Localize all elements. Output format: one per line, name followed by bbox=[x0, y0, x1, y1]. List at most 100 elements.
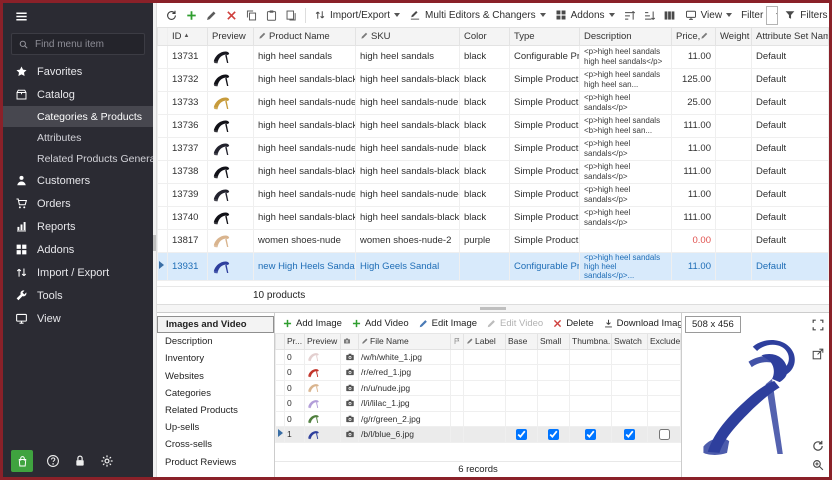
delete-product-button[interactable] bbox=[222, 6, 240, 24]
multi-editors-menu[interactable]: Multi Editors & Changers bbox=[406, 6, 549, 25]
delete-button[interactable]: Delete bbox=[552, 318, 593, 329]
image-row[interactable]: 0/g/r/green_2.jpg bbox=[276, 411, 681, 427]
camera-icon bbox=[345, 429, 355, 439]
duplicate-button[interactable] bbox=[282, 6, 300, 24]
column-header-attribute-set-name[interactable]: Attribute Set Name bbox=[752, 28, 829, 45]
view-menu[interactable]: View bbox=[682, 6, 736, 25]
tab-related-products[interactable]: Related Products bbox=[157, 402, 274, 419]
column-header-exclude[interactable]: Exclude bbox=[648, 334, 681, 349]
column-header-file-name[interactable]: File Name bbox=[359, 334, 451, 349]
add-image-button[interactable]: Add Image bbox=[282, 318, 342, 329]
filters-menu[interactable]: Filters bbox=[781, 6, 829, 25]
addons-menu[interactable]: Addons bbox=[552, 6, 618, 25]
column-header-description[interactable]: Description bbox=[580, 28, 672, 45]
edit-image-button[interactable]: Edit Image bbox=[418, 318, 477, 329]
image-type bbox=[341, 396, 359, 412]
thumbnail-checkbox[interactable] bbox=[585, 429, 596, 440]
column-header-type[interactable]: Type bbox=[510, 28, 580, 45]
product-row[interactable]: 13931new High Heels SandalsHigh Geels Sa… bbox=[158, 252, 829, 281]
hamburger-menu-icon[interactable] bbox=[14, 9, 29, 24]
menu-search-input[interactable] bbox=[35, 39, 138, 50]
tab-websites[interactable]: Websites bbox=[157, 368, 274, 385]
column-header-label[interactable]: Label bbox=[464, 334, 506, 349]
image-row[interactable]: 0/w/h/white_1.jpg bbox=[276, 349, 681, 365]
tab-images-and-video[interactable]: Images and Video bbox=[157, 316, 274, 333]
rotate-icon[interactable] bbox=[811, 439, 825, 453]
column-header-color[interactable]: Color bbox=[460, 28, 510, 45]
column-header-sku[interactable]: SKU bbox=[356, 28, 460, 45]
horizontal-splitter[interactable] bbox=[157, 304, 829, 313]
sidebar-search[interactable] bbox=[11, 33, 145, 55]
base-checkbox[interactable] bbox=[516, 429, 527, 440]
sort-descending-button[interactable] bbox=[641, 6, 659, 24]
product-row[interactable]: 13732high heel sandals-blackhigh heel sa… bbox=[158, 68, 829, 91]
help-icon[interactable] bbox=[46, 454, 60, 468]
sidebar-item-attributes[interactable]: Attributes bbox=[3, 127, 153, 148]
column-header-thumbna[interactable]: Thumbna... bbox=[570, 334, 612, 349]
column-header-price[interactable]: Price, bbox=[672, 28, 716, 45]
edit-product-button[interactable] bbox=[202, 6, 220, 24]
zoom-icon[interactable] bbox=[811, 458, 825, 472]
sidebar-item-view[interactable]: View bbox=[3, 307, 153, 330]
tab-product-reviews[interactable]: Product Reviews bbox=[157, 454, 274, 471]
columns-button[interactable] bbox=[661, 6, 679, 24]
gear-icon[interactable] bbox=[100, 454, 114, 468]
lock-icon[interactable] bbox=[73, 454, 87, 468]
sidebar-item-addons[interactable]: Addons bbox=[3, 238, 153, 261]
column-header-preview[interactable]: Preview bbox=[208, 28, 254, 45]
add-product-button[interactable] bbox=[182, 6, 200, 24]
image-row[interactable]: 0/l/i/lilac_1.jpg bbox=[276, 396, 681, 412]
sidebar-item-orders[interactable]: Orders bbox=[3, 192, 153, 215]
sidebar-item-categories-products[interactable]: Categories & Products bbox=[3, 106, 153, 127]
tab-description[interactable]: Description bbox=[157, 333, 274, 350]
sidebar-item-catalog[interactable]: Catalog bbox=[3, 83, 153, 106]
store-manager-button[interactable] bbox=[11, 450, 33, 472]
product-row[interactable]: 13736high heel sandals-black-36high heel… bbox=[158, 114, 829, 137]
sidebar-item-favorites[interactable]: Favorites bbox=[3, 60, 153, 83]
image-row[interactable]: 1/b/l/blue_6.jpg bbox=[276, 427, 681, 443]
column-header-small[interactable]: Small bbox=[538, 334, 570, 349]
small-checkbox[interactable] bbox=[548, 429, 559, 440]
tab-up-sells[interactable]: Up-sells bbox=[157, 419, 274, 436]
column-header-preview[interactable]: Preview bbox=[305, 334, 341, 349]
exclude-checkbox[interactable] bbox=[659, 429, 670, 440]
download-image-button[interactable]: Download Image bbox=[603, 318, 681, 329]
product-row[interactable]: 13739high heel sandals-nude-37high heel … bbox=[158, 183, 829, 206]
sidebar-item-import-export[interactable]: Import / Export bbox=[3, 261, 153, 284]
tab-categories[interactable]: Categories bbox=[157, 385, 274, 402]
product-row[interactable]: 13738high heel sandals-black-37high heel… bbox=[158, 160, 829, 183]
product-row[interactable]: 13733high heel sandals-nudehigh heel san… bbox=[158, 91, 829, 114]
sort-ascending-button[interactable] bbox=[621, 6, 639, 24]
column-header-id[interactable]: ID▲ bbox=[168, 28, 208, 45]
product-row[interactable]: 13737high heel sandals-nude-36high heel … bbox=[158, 137, 829, 160]
edit-video-button[interactable]: Edit Video bbox=[486, 318, 543, 329]
image-row[interactable]: 0/r/e/red_1.jpg bbox=[276, 365, 681, 381]
column-header-flag-icon[interactable] bbox=[451, 334, 464, 349]
product-row[interactable]: 13731high heel sandalshigh heel sandalsb… bbox=[158, 45, 829, 68]
filter-select[interactable]: Show products from selected categories bbox=[766, 6, 778, 25]
import-export-menu[interactable]: Import/Export bbox=[311, 6, 403, 25]
column-header-swatch[interactable]: Swatch bbox=[612, 334, 648, 349]
sidebar-item-customers[interactable]: Customers bbox=[3, 169, 153, 192]
column-header-weight[interactable]: Weight bbox=[716, 28, 752, 45]
column-header-camera-icon[interactable] bbox=[341, 334, 359, 349]
sidebar-item-tools[interactable]: Tools bbox=[3, 284, 153, 307]
copy-button[interactable] bbox=[242, 6, 260, 24]
image-row[interactable]: 0/n/u/nude.jpg bbox=[276, 380, 681, 396]
tab-inventory[interactable]: Inventory bbox=[157, 350, 274, 367]
add-video-button[interactable]: Add Video bbox=[351, 318, 409, 329]
swatch-checkbox[interactable] bbox=[624, 429, 635, 440]
vertical-splitter[interactable] bbox=[153, 3, 157, 477]
sidebar-item-related-products-generator[interactable]: Related Products Generator bbox=[3, 148, 153, 169]
tab-cross-sells[interactable]: Cross-sells bbox=[157, 436, 274, 453]
open-external-icon[interactable] bbox=[811, 347, 825, 361]
product-row[interactable]: 13740high heel sandals-black-38high heel… bbox=[158, 206, 829, 229]
sidebar-item-reports[interactable]: Reports bbox=[3, 215, 153, 238]
column-header-base[interactable]: Base bbox=[506, 334, 538, 349]
paste-button[interactable] bbox=[262, 6, 280, 24]
product-row[interactable]: 13817women shoes-nudewomen shoes-nude-2p… bbox=[158, 229, 829, 252]
fullscreen-icon[interactable] bbox=[811, 318, 825, 332]
refresh-button[interactable] bbox=[162, 6, 180, 24]
column-header-product-name[interactable]: Product Name bbox=[254, 28, 356, 45]
column-header-pr[interactable]: Pr... bbox=[285, 334, 305, 349]
